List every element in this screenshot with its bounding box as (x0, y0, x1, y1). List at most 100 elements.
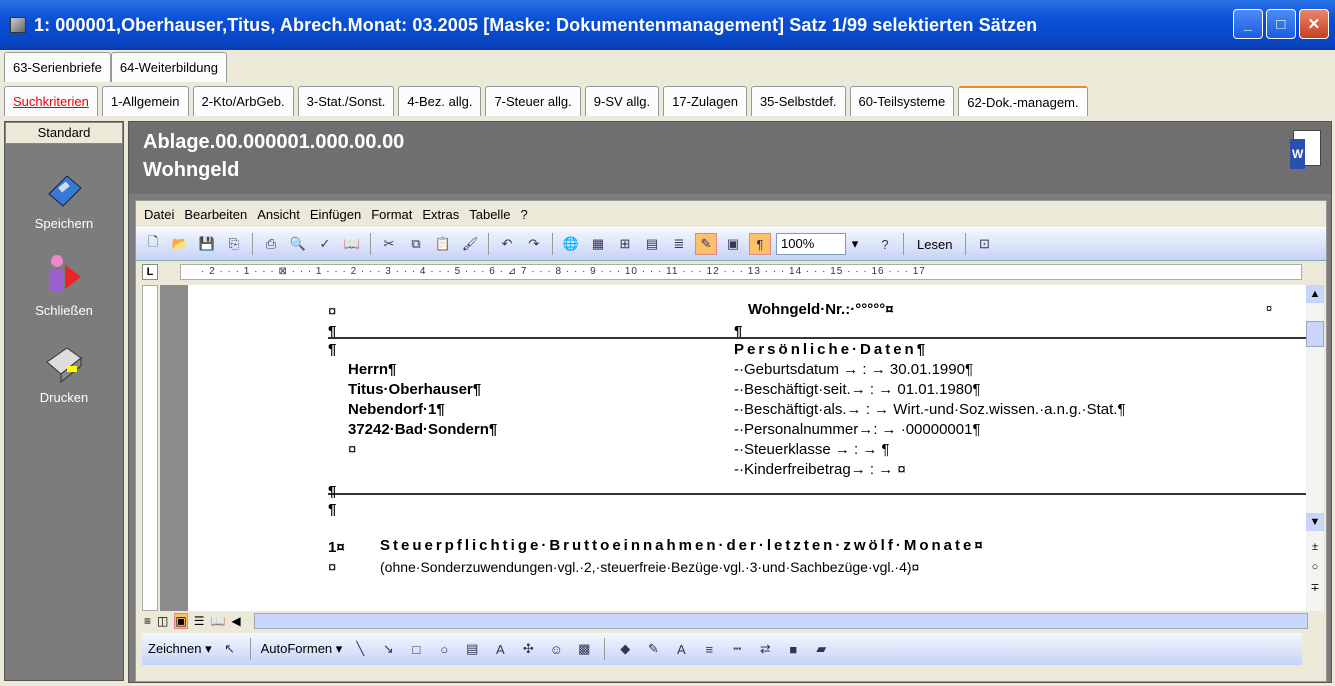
cut-icon[interactable]: ✂ (378, 233, 400, 255)
oval-icon[interactable]: ○ (434, 638, 454, 660)
insert-table-icon[interactable]: ⊞ (614, 233, 636, 255)
document-map-icon[interactable]: ▣ (722, 233, 744, 255)
tab-stat-sonst[interactable]: 3-Stat./Sonst. (297, 86, 395, 116)
zoom-select[interactable]: 100% (776, 233, 863, 255)
menu-bearbeiten[interactable]: Bearbeiten (184, 207, 247, 222)
child-allowance: -·Kinderfreibetrag→ : → ¤ (734, 461, 906, 478)
font-color-icon[interactable]: A (671, 638, 691, 660)
line-style-icon[interactable]: ≡ (699, 638, 719, 660)
textbox-icon[interactable]: ▤ (462, 638, 482, 660)
menu-extras[interactable]: Extras (422, 207, 459, 222)
line-color-icon[interactable]: ✎ (643, 638, 663, 660)
rectangle-icon[interactable]: □ (406, 638, 426, 660)
permission-icon[interactable]: ⎘ (223, 233, 245, 255)
tab-weiterbildung[interactable]: 64-Weiterbildung (110, 52, 227, 82)
tab-selbstdef[interactable]: 35-Selbstdef. (750, 86, 846, 116)
format-painter-icon[interactable]: 🖌 (459, 233, 481, 255)
tab-dok-managem[interactable]: 62-Dok.-managem. (958, 86, 1088, 116)
normal-view-icon[interactable]: ≡ (144, 614, 151, 628)
menu-help[interactable]: ? (520, 207, 527, 222)
employed-since: -·Beschäftigt·seit.→ : → 01.01.1980¶ (734, 381, 981, 398)
research-icon[interactable]: 📖 (341, 233, 363, 255)
print-preview-icon[interactable]: 🔍 (287, 233, 309, 255)
borders-icon[interactable]: ⊡ (973, 233, 995, 255)
clipart-icon[interactable]: ☺ (546, 638, 566, 660)
spelling-icon[interactable]: ✓ (314, 233, 336, 255)
standard-button[interactable]: Standard (5, 122, 123, 144)
columns-icon[interactable]: ≣ (668, 233, 690, 255)
3d-icon[interactable]: ▰ (811, 638, 831, 660)
horizontal-scrollbar[interactable] (254, 613, 1308, 629)
fill-color-icon[interactable]: ◆ (615, 638, 635, 660)
save-button[interactable]: Speichern (5, 164, 123, 231)
tab-bez-allg[interactable]: 4-Bez. allg. (398, 86, 482, 116)
tab-sv-allg[interactable]: 9-SV allg. (584, 86, 660, 116)
dash-style-icon[interactable]: ┅ (727, 638, 747, 660)
tab-steuer-allg[interactable]: 7-Steuer allg. (485, 86, 581, 116)
print-layout-icon[interactable]: ▣ (174, 613, 188, 629)
tables-borders-icon[interactable]: ▦ (587, 233, 609, 255)
scroll-down-icon[interactable]: ▼ (1306, 513, 1324, 531)
menu-format[interactable]: Format (371, 207, 412, 222)
picture-icon[interactable]: ▩ (574, 638, 594, 660)
pilcrow: ¶ (328, 483, 337, 500)
tab-suchkriterien-label: Suchkriterien (13, 94, 89, 109)
tab-zulagen[interactable]: 17-Zulagen (663, 86, 747, 116)
reading-view-icon[interactable]: 📖 (210, 614, 225, 628)
arrow-style-icon[interactable]: ⇄ (755, 638, 775, 660)
tab-suchkriterien[interactable]: Suchkriterien (4, 86, 98, 116)
tab-serienbriefe[interactable]: 63-Serienbriefe (4, 52, 111, 82)
print-icon[interactable]: ⎙ (260, 233, 282, 255)
minimize-button[interactable]: _ (1233, 9, 1263, 39)
tab-stop-selector[interactable]: L (142, 264, 158, 280)
ruler-scale[interactable]: · 2 · · · 1 · · · ⊠ · · · 1 · · · 2 · · … (180, 264, 1302, 280)
menu-datei[interactable]: Datei (144, 207, 174, 222)
read-button[interactable]: Lesen (911, 237, 958, 252)
scroll-left-icon[interactable]: ◀ (231, 614, 240, 628)
word-document-icon[interactable]: W (1290, 130, 1321, 169)
tab-teilsysteme[interactable]: 60-Teilsysteme (849, 86, 955, 116)
insert-excel-icon[interactable]: ▤ (641, 233, 663, 255)
select-objects-icon[interactable]: ↖ (220, 638, 240, 660)
browse-object-icon[interactable]: ○ (1306, 561, 1324, 573)
arrow-icon[interactable]: ↘ (378, 638, 398, 660)
outline-view-icon[interactable]: ☰ (194, 614, 205, 628)
copy-icon[interactable]: ⧉ (405, 233, 427, 255)
save-icon[interactable]: 💾 (196, 233, 218, 255)
diagram-icon[interactable]: ✣ (518, 638, 538, 660)
save-label: Speichern (34, 216, 94, 231)
drawing-icon[interactable]: ✎ (695, 233, 717, 255)
menu-einfuegen[interactable]: Einfügen (310, 207, 361, 222)
open-icon[interactable]: 📂 (169, 233, 191, 255)
line-icon[interactable]: ╲ (350, 638, 370, 660)
hyperlink-icon[interactable]: 🌐 (560, 233, 582, 255)
maximize-button[interactable]: □ (1266, 9, 1296, 39)
next-page-icon[interactable]: ∓ (1306, 581, 1324, 594)
scroll-up-icon[interactable]: ▲ (1306, 285, 1324, 303)
menu-tabelle[interactable]: Tabelle (469, 207, 510, 222)
shadow-icon[interactable]: ■ (783, 638, 803, 660)
prev-page-icon[interactable]: ± (1306, 541, 1324, 553)
document-page[interactable]: ¤ Wohngeld·Nr.:·°°°°°¤ ¤ ¶ ¶ ¶ Persönlic… (188, 285, 1306, 611)
tab-kto-arbgeb[interactable]: 2-Kto/ArbGeb. (192, 86, 294, 116)
undo-icon[interactable]: ↶ (496, 233, 518, 255)
menu-ansicht[interactable]: Ansicht (257, 207, 300, 222)
close-record-button[interactable]: Schließen (5, 251, 123, 318)
new-icon[interactable]: 🗋 (142, 233, 164, 255)
tab-row-bottom: Suchkriterien 1-Allgemein 2-Kto/ArbGeb. … (4, 86, 1088, 116)
vertical-scrollbar[interactable]: ▲ ▼ ± ○ ∓ (1306, 285, 1324, 611)
help-icon[interactable]: ? (874, 233, 896, 255)
cell-marker: ¤ (348, 441, 357, 458)
redo-icon[interactable]: ↷ (523, 233, 545, 255)
print-button[interactable]: Drucken (5, 338, 123, 405)
close-button[interactable]: ✕ (1299, 9, 1329, 39)
scroll-thumb[interactable] (1306, 321, 1324, 347)
web-view-icon[interactable]: ◫ (157, 614, 168, 628)
draw-menu[interactable]: Zeichnen ▾ (148, 641, 212, 657)
wordart-icon[interactable]: A (490, 638, 510, 660)
paste-icon[interactable]: 📋 (432, 233, 454, 255)
autoshapes-menu[interactable]: AutoFormen ▾ (261, 641, 343, 657)
show-formatting-icon[interactable]: ¶ (749, 233, 771, 255)
tab-allgemein[interactable]: 1-Allgemein (101, 86, 189, 116)
horizontal-ruler: L · 2 · · · 1 · · · ⊠ · · · 1 · · · 2 · … (136, 261, 1326, 283)
